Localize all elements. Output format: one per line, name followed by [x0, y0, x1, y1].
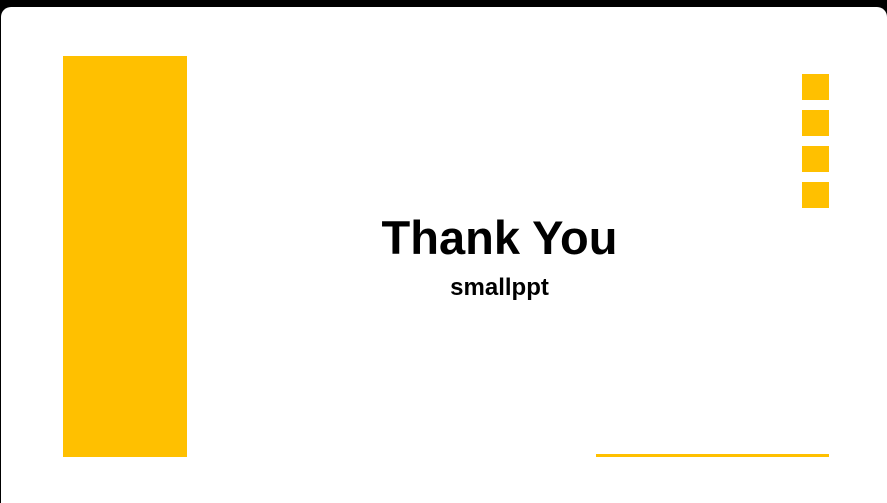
decorative-square [802, 182, 829, 208]
decorative-squares [802, 74, 829, 218]
decorative-square [802, 146, 829, 172]
slide-subtitle: smallppt [450, 274, 549, 301]
decorative-square [802, 110, 829, 136]
decorative-square [802, 74, 829, 100]
slide-canvas: Thank You smallppt [1, 7, 887, 503]
slide-title: Thank You [381, 211, 618, 264]
accent-line-bottom [596, 454, 829, 457]
